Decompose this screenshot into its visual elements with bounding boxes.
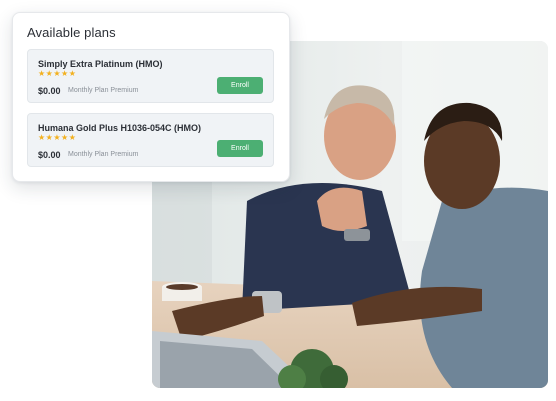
marketing-hero: Available plans Simply Extra Platinum (H… bbox=[0, 0, 556, 401]
star-rating-icon: ★★★★★ bbox=[38, 133, 77, 142]
plan-row: Simply Extra Platinum (HMO) ★★★★★ $0.00 … bbox=[27, 49, 274, 103]
plan-price-label: Monthly Plan Premium bbox=[68, 151, 139, 158]
plan-price-label: Monthly Plan Premium bbox=[68, 87, 139, 94]
plan-name: Humana Gold Plus H1036-054C (HMO) bbox=[38, 123, 202, 133]
plan-name: Simply Extra Platinum (HMO) bbox=[38, 59, 163, 69]
plan-price: $0.00 bbox=[38, 86, 61, 96]
enroll-button[interactable]: Enroll bbox=[217, 77, 263, 94]
plans-card-title: Available plans bbox=[27, 25, 116, 40]
plan-row: Humana Gold Plus H1036-054C (HMO) ★★★★★ … bbox=[27, 113, 274, 167]
star-rating-icon: ★★★★★ bbox=[38, 69, 77, 78]
plan-price: $0.00 bbox=[38, 150, 61, 160]
available-plans-card: Available plans Simply Extra Platinum (H… bbox=[12, 12, 290, 182]
enroll-button[interactable]: Enroll bbox=[217, 140, 263, 157]
